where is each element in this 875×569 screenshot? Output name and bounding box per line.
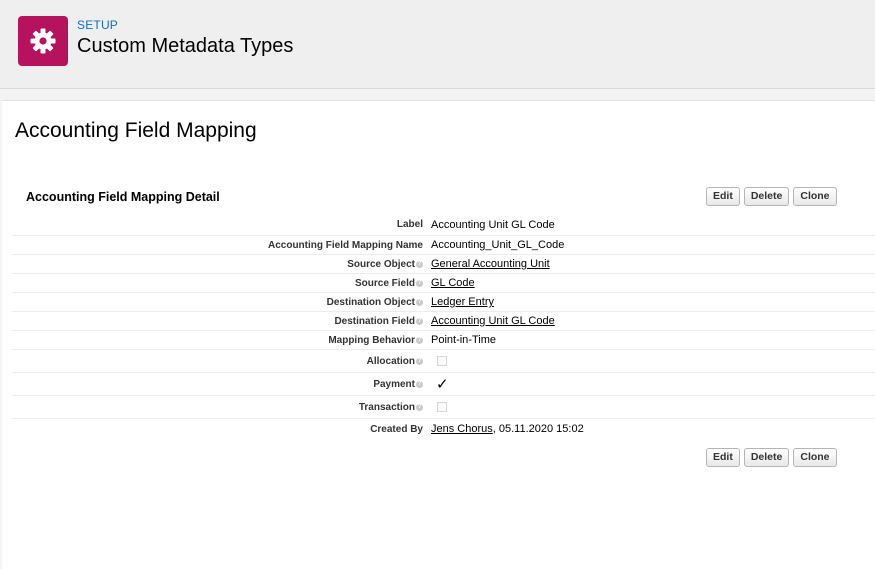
field-label: Payment? [373, 378, 423, 390]
destination-object-link[interactable]: Ledger Entry [431, 296, 494, 308]
field-row-transaction: Transaction? [12, 396, 875, 419]
help-icon[interactable]: ? [416, 403, 423, 411]
field-label: Accounting Field Mapping Name [267, 239, 423, 251]
created-by-user-link[interactable]: Jens Chorus [431, 423, 493, 435]
field-value-wrapper: ✓ [431, 373, 449, 395]
setup-header: SETUP Custom Metadata Types [0, 0, 875, 89]
field-label: Source Field? [354, 277, 423, 289]
field-row-created-by: Created By Jens Chorus, 05.11.2020 15:02 [12, 419, 875, 439]
allocation-checkbox [437, 356, 447, 366]
field-value-wrapper: Accounting Unit GL Code [431, 312, 555, 330]
field-row-source-field: Source Field? GL Code [12, 274, 875, 293]
edit-button[interactable]: Edit [706, 187, 740, 206]
help-icon[interactable]: ? [416, 260, 423, 268]
field-row-label: Label Accounting Unit GL Code [12, 214, 875, 236]
source-field-link[interactable]: GL Code [431, 277, 475, 289]
field-row-mapping-behavior: Mapping Behavior? Point-in-Time [12, 331, 875, 350]
field-label: Source Object? [347, 258, 423, 270]
field-value-wrapper: GL Code [431, 274, 475, 292]
bottom-button-group: Edit Delete Clone [706, 448, 837, 467]
field-value-wrapper: Jens Chorus, 05.11.2020 15:02 [431, 419, 584, 439]
edit-button-bottom[interactable]: Edit [706, 448, 740, 467]
page-title: Accounting Field Mapping [15, 119, 257, 142]
source-object-link[interactable]: General Accounting Unit [431, 258, 550, 270]
field-label: Destination Object? [326, 296, 423, 308]
delete-button[interactable]: Delete [743, 187, 790, 206]
field-row-destination-object: Destination Object? Ledger Entry [12, 293, 875, 312]
field-value-wrapper [431, 396, 447, 418]
help-icon[interactable]: ? [416, 298, 423, 306]
field-label: Allocation? [366, 355, 423, 367]
field-row-source-object: Source Object? General Accounting Unit [12, 255, 875, 274]
field-value-wrapper: General Accounting Unit [431, 255, 550, 273]
clone-button[interactable]: Clone [793, 187, 837, 206]
payment-checkmark-icon: ✓ [436, 376, 449, 393]
clone-button-bottom[interactable]: Clone [793, 448, 837, 467]
field-row-payment: Payment? ✓ [12, 373, 875, 396]
field-row-destination-field: Destination Field? Accounting Unit GL Co… [12, 312, 875, 331]
help-icon[interactable]: ? [416, 380, 423, 388]
help-icon[interactable]: ? [416, 357, 423, 365]
field-label: Destination Field? [334, 315, 423, 327]
field-value: Accounting Unit GL Code [431, 218, 555, 231]
help-icon[interactable]: ? [416, 317, 423, 325]
delete-button-bottom[interactable]: Delete [743, 448, 790, 467]
setup-breadcrumb[interactable]: SETUP [77, 18, 118, 32]
detail-panel: Accounting Field Mapping Accounting Fiel… [2, 100, 875, 569]
help-icon[interactable]: ? [416, 336, 423, 344]
setup-icon-tile [18, 16, 68, 66]
field-value: Point-in-Time [431, 334, 496, 346]
field-value-wrapper: Ledger Entry [431, 293, 494, 311]
gear-icon [30, 28, 56, 54]
field-row-name: Accounting Field Mapping Name Accounting… [12, 236, 875, 255]
help-icon[interactable]: ? [416, 279, 423, 287]
created-date: , 05.11.2020 15:02 [492, 423, 584, 435]
detail-fields: Label Accounting Unit GL Code Accounting… [12, 214, 875, 439]
top-button-group: Edit Delete Clone [706, 187, 837, 206]
field-label: Transaction? [358, 401, 423, 413]
detail-section-title: Accounting Field Mapping Detail [26, 190, 220, 204]
destination-field-link[interactable]: Accounting Unit GL Code [431, 315, 555, 327]
field-value-wrapper [431, 350, 447, 372]
field-label: Label [396, 219, 423, 230]
field-row-allocation: Allocation? [12, 350, 875, 373]
field-label: Mapping Behavior? [328, 334, 423, 346]
field-label: Created By [370, 423, 423, 435]
header-title: Custom Metadata Types [77, 35, 294, 57]
transaction-checkbox [437, 402, 447, 412]
field-value: Accounting_Unit_GL_Code [431, 239, 565, 251]
